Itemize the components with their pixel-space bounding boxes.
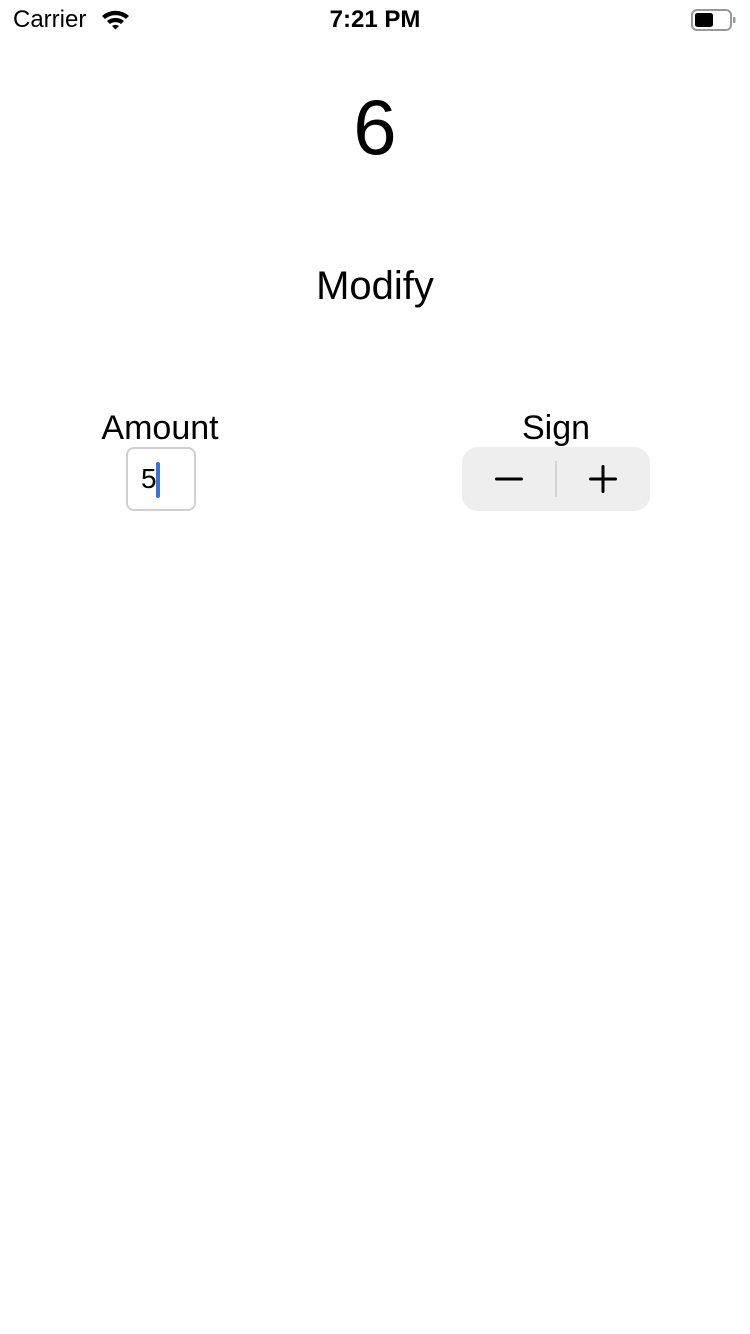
text-caret bbox=[156, 462, 160, 498]
amount-input[interactable]: 5 bbox=[126, 447, 196, 511]
sign-minus-button[interactable] bbox=[462, 447, 556, 511]
counter-value: 6 bbox=[353, 83, 397, 171]
amount-input-value: 5 bbox=[141, 463, 157, 494]
sign-stepper bbox=[462, 447, 650, 511]
modify-title: Modify bbox=[316, 264, 434, 308]
status-time: 7:21 PM bbox=[329, 6, 421, 33]
minus-icon bbox=[495, 477, 523, 481]
status-bar: Carrier 7:21 PM bbox=[0, 0, 750, 40]
amount-label: Amount bbox=[101, 409, 219, 447]
sign-plus-button[interactable] bbox=[556, 447, 650, 511]
plus-icon bbox=[589, 465, 617, 493]
battery-icon bbox=[691, 8, 737, 32]
sign-label: Sign bbox=[521, 409, 591, 447]
